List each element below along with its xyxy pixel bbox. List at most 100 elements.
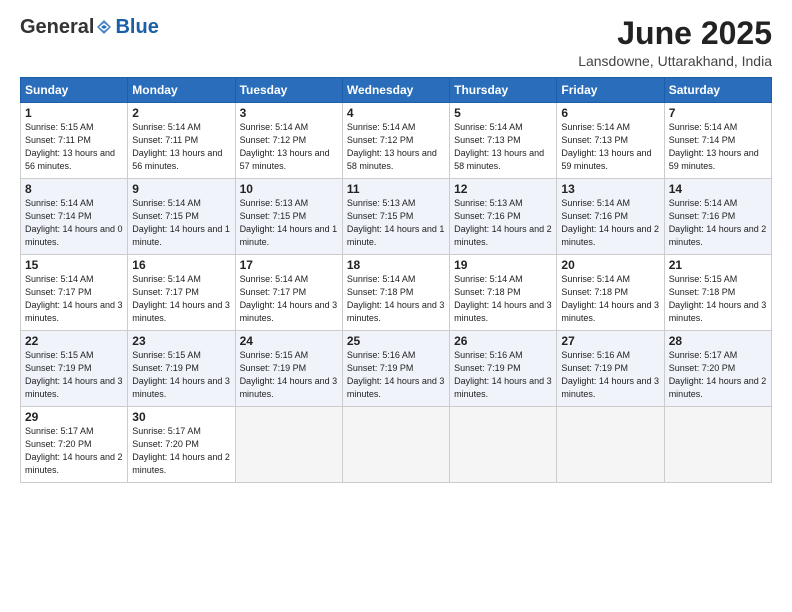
day-cell: 19 Sunrise: 5:14 AMSunset: 7:18 PMDaylig…: [450, 255, 557, 331]
day-number: 8: [25, 182, 123, 196]
day-number: 18: [347, 258, 445, 272]
col-tuesday: Tuesday: [235, 78, 342, 103]
col-sunday: Sunday: [21, 78, 128, 103]
col-wednesday: Wednesday: [342, 78, 449, 103]
col-saturday: Saturday: [664, 78, 771, 103]
day-info: Sunrise: 5:14 AMSunset: 7:11 PMDaylight:…: [132, 121, 230, 173]
day-info: Sunrise: 5:14 AMSunset: 7:18 PMDaylight:…: [347, 273, 445, 325]
day-number: 30: [132, 410, 230, 424]
day-info: Sunrise: 5:17 AMSunset: 7:20 PMDaylight:…: [669, 349, 767, 401]
day-cell: 22 Sunrise: 5:15 AMSunset: 7:19 PMDaylig…: [21, 331, 128, 407]
empty-cell: [342, 407, 449, 483]
table-row: 1 Sunrise: 5:15 AMSunset: 7:11 PMDayligh…: [21, 103, 772, 179]
day-number: 22: [25, 334, 123, 348]
day-cell: 23 Sunrise: 5:15 AMSunset: 7:19 PMDaylig…: [128, 331, 235, 407]
day-number: 5: [454, 106, 552, 120]
day-number: 11: [347, 182, 445, 196]
day-info: Sunrise: 5:14 AMSunset: 7:16 PMDaylight:…: [669, 197, 767, 249]
day-cell: 29 Sunrise: 5:17 AMSunset: 7:20 PMDaylig…: [21, 407, 128, 483]
day-number: 3: [240, 106, 338, 120]
day-cell: 12 Sunrise: 5:13 AMSunset: 7:16 PMDaylig…: [450, 179, 557, 255]
header: General Blue June 2025 Lansdowne, Uttara…: [20, 16, 772, 69]
day-info: Sunrise: 5:14 AMSunset: 7:12 PMDaylight:…: [240, 121, 338, 173]
day-info: Sunrise: 5:14 AMSunset: 7:17 PMDaylight:…: [240, 273, 338, 325]
day-info: Sunrise: 5:17 AMSunset: 7:20 PMDaylight:…: [132, 425, 230, 477]
day-number: 7: [669, 106, 767, 120]
day-number: 23: [132, 334, 230, 348]
day-number: 26: [454, 334, 552, 348]
day-number: 2: [132, 106, 230, 120]
col-monday: Monday: [128, 78, 235, 103]
day-cell: 13 Sunrise: 5:14 AMSunset: 7:16 PMDaylig…: [557, 179, 664, 255]
day-cell: 18 Sunrise: 5:14 AMSunset: 7:18 PMDaylig…: [342, 255, 449, 331]
day-number: 12: [454, 182, 552, 196]
day-number: 9: [132, 182, 230, 196]
day-cell: 11 Sunrise: 5:13 AMSunset: 7:15 PMDaylig…: [342, 179, 449, 255]
day-number: 28: [669, 334, 767, 348]
empty-cell: [557, 407, 664, 483]
page: General Blue June 2025 Lansdowne, Uttara…: [0, 0, 792, 612]
day-info: Sunrise: 5:16 AMSunset: 7:19 PMDaylight:…: [454, 349, 552, 401]
empty-cell: [664, 407, 771, 483]
empty-cell: [450, 407, 557, 483]
table-row: 22 Sunrise: 5:15 AMSunset: 7:19 PMDaylig…: [21, 331, 772, 407]
table-row: 8 Sunrise: 5:14 AMSunset: 7:14 PMDayligh…: [21, 179, 772, 255]
day-number: 29: [25, 410, 123, 424]
day-cell: 1 Sunrise: 5:15 AMSunset: 7:11 PMDayligh…: [21, 103, 128, 179]
day-cell: 5 Sunrise: 5:14 AMSunset: 7:13 PMDayligh…: [450, 103, 557, 179]
day-cell: 8 Sunrise: 5:14 AMSunset: 7:14 PMDayligh…: [21, 179, 128, 255]
day-cell: 16 Sunrise: 5:14 AMSunset: 7:17 PMDaylig…: [128, 255, 235, 331]
day-cell: 28 Sunrise: 5:17 AMSunset: 7:20 PMDaylig…: [664, 331, 771, 407]
logo-blue: Blue: [115, 16, 158, 38]
day-cell: 9 Sunrise: 5:14 AMSunset: 7:15 PMDayligh…: [128, 179, 235, 255]
day-number: 17: [240, 258, 338, 272]
calendar-table: Sunday Monday Tuesday Wednesday Thursday…: [20, 77, 772, 483]
day-number: 4: [347, 106, 445, 120]
day-info: Sunrise: 5:14 AMSunset: 7:16 PMDaylight:…: [561, 197, 659, 249]
logo-general: General: [20, 16, 94, 38]
day-info: Sunrise: 5:13 AMSunset: 7:16 PMDaylight:…: [454, 197, 552, 249]
day-cell: 21 Sunrise: 5:15 AMSunset: 7:18 PMDaylig…: [664, 255, 771, 331]
title-block: June 2025 Lansdowne, Uttarakhand, India: [578, 16, 772, 69]
day-number: 16: [132, 258, 230, 272]
day-info: Sunrise: 5:14 AMSunset: 7:14 PMDaylight:…: [669, 121, 767, 173]
header-row: Sunday Monday Tuesday Wednesday Thursday…: [21, 78, 772, 103]
day-info: Sunrise: 5:15 AMSunset: 7:19 PMDaylight:…: [132, 349, 230, 401]
day-number: 24: [240, 334, 338, 348]
day-cell: 4 Sunrise: 5:14 AMSunset: 7:12 PMDayligh…: [342, 103, 449, 179]
day-info: Sunrise: 5:14 AMSunset: 7:12 PMDaylight:…: [347, 121, 445, 173]
day-info: Sunrise: 5:17 AMSunset: 7:20 PMDaylight:…: [25, 425, 123, 477]
location: Lansdowne, Uttarakhand, India: [578, 53, 772, 69]
table-row: 15 Sunrise: 5:14 AMSunset: 7:17 PMDaylig…: [21, 255, 772, 331]
day-info: Sunrise: 5:14 AMSunset: 7:18 PMDaylight:…: [561, 273, 659, 325]
day-cell: 14 Sunrise: 5:14 AMSunset: 7:16 PMDaylig…: [664, 179, 771, 255]
day-number: 19: [454, 258, 552, 272]
day-number: 20: [561, 258, 659, 272]
table-row: 29 Sunrise: 5:17 AMSunset: 7:20 PMDaylig…: [21, 407, 772, 483]
day-info: Sunrise: 5:14 AMSunset: 7:17 PMDaylight:…: [25, 273, 123, 325]
logo-icon: [95, 18, 113, 36]
day-cell: 15 Sunrise: 5:14 AMSunset: 7:17 PMDaylig…: [21, 255, 128, 331]
day-info: Sunrise: 5:14 AMSunset: 7:15 PMDaylight:…: [132, 197, 230, 249]
day-cell: 3 Sunrise: 5:14 AMSunset: 7:12 PMDayligh…: [235, 103, 342, 179]
day-cell: 26 Sunrise: 5:16 AMSunset: 7:19 PMDaylig…: [450, 331, 557, 407]
day-number: 27: [561, 334, 659, 348]
logo: General Blue: [20, 16, 159, 38]
day-cell: 24 Sunrise: 5:15 AMSunset: 7:19 PMDaylig…: [235, 331, 342, 407]
day-number: 6: [561, 106, 659, 120]
day-info: Sunrise: 5:13 AMSunset: 7:15 PMDaylight:…: [240, 197, 338, 249]
day-cell: 20 Sunrise: 5:14 AMSunset: 7:18 PMDaylig…: [557, 255, 664, 331]
day-number: 10: [240, 182, 338, 196]
col-thursday: Thursday: [450, 78, 557, 103]
day-info: Sunrise: 5:16 AMSunset: 7:19 PMDaylight:…: [561, 349, 659, 401]
day-cell: 17 Sunrise: 5:14 AMSunset: 7:17 PMDaylig…: [235, 255, 342, 331]
day-cell: 27 Sunrise: 5:16 AMSunset: 7:19 PMDaylig…: [557, 331, 664, 407]
day-info: Sunrise: 5:14 AMSunset: 7:18 PMDaylight:…: [454, 273, 552, 325]
day-info: Sunrise: 5:15 AMSunset: 7:19 PMDaylight:…: [240, 349, 338, 401]
day-info: Sunrise: 5:15 AMSunset: 7:18 PMDaylight:…: [669, 273, 767, 325]
day-cell: 30 Sunrise: 5:17 AMSunset: 7:20 PMDaylig…: [128, 407, 235, 483]
day-info: Sunrise: 5:13 AMSunset: 7:15 PMDaylight:…: [347, 197, 445, 249]
day-number: 21: [669, 258, 767, 272]
day-info: Sunrise: 5:14 AMSunset: 7:13 PMDaylight:…: [454, 121, 552, 173]
day-number: 25: [347, 334, 445, 348]
